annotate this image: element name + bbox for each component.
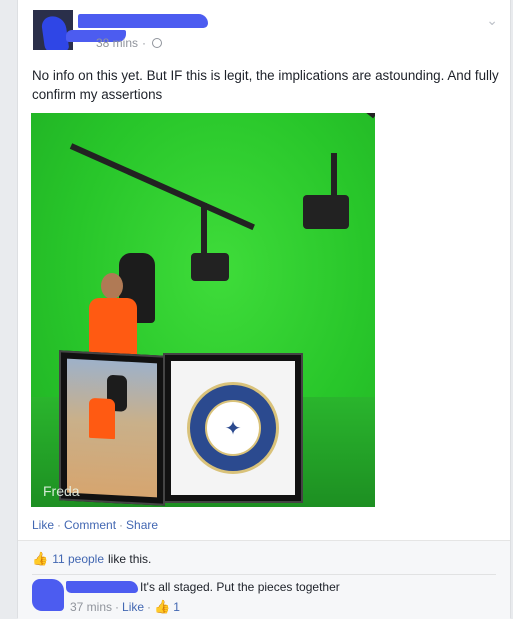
monitor-screen-desert <box>67 358 157 498</box>
globe-icon <box>152 38 163 48</box>
likes-suffix: like this. <box>108 552 152 566</box>
commenter-name-redacted <box>66 581 138 593</box>
thumbs-up-icon: 👍 <box>154 599 171 614</box>
comment-meta: 37 mins · Like · 👍 1 <box>70 599 180 614</box>
monitor-screen-seal: ✦ <box>171 361 295 495</box>
camera-crane-arm <box>291 113 375 119</box>
comment-like-link[interactable]: Like <box>122 600 144 614</box>
redaction-scribble <box>40 14 70 50</box>
figure-head <box>101 273 123 299</box>
camera-icon <box>303 195 349 229</box>
commenter-avatar-redacted[interactable] <box>32 579 64 611</box>
comment-link[interactable]: Comment <box>64 518 116 532</box>
post-text: No info on this yet. But IF this is legi… <box>32 68 499 102</box>
thumbs-up-icon: 👍 <box>32 551 49 566</box>
post-meta: 38 mins · <box>96 36 163 50</box>
author-avatar[interactable] <box>33 10 73 50</box>
seal-star-icon: ✦ <box>205 400 261 456</box>
like-link[interactable]: Like <box>32 518 54 532</box>
comment-timestamp[interactable]: 37 mins <box>70 600 112 614</box>
post-actions: Like · Comment · Share <box>32 518 159 532</box>
feedback-section: 👍 11 people like this. It's all staged. … <box>18 540 510 619</box>
cia-seal: ✦ <box>187 382 279 474</box>
likes-count-link[interactable]: 11 people <box>52 552 104 566</box>
comment-text: It's all staged. Put the pieces together <box>140 580 340 594</box>
chevron-down-icon[interactable]: ⌄ <box>486 12 498 29</box>
post-card: 38 mins · ⌄ No info on this yet. But IF … <box>17 0 511 619</box>
monitor-right: ✦ <box>163 353 303 503</box>
post-timestamp[interactable]: 38 mins <box>96 36 138 50</box>
camera-icon <box>191 253 229 281</box>
camera-crane-arm <box>69 143 255 231</box>
photo-watermark: Freda <box>43 483 80 499</box>
share-link[interactable]: Share <box>126 518 158 532</box>
post-photo[interactable]: ✦ Freda <box>31 113 375 507</box>
likes-summary: 👍 11 people like this. <box>32 551 151 567</box>
comment-like-count[interactable]: 1 <box>173 600 180 614</box>
author-name-redacted <box>78 14 208 28</box>
divider <box>32 574 496 575</box>
mini-figure-orange <box>89 397 115 440</box>
